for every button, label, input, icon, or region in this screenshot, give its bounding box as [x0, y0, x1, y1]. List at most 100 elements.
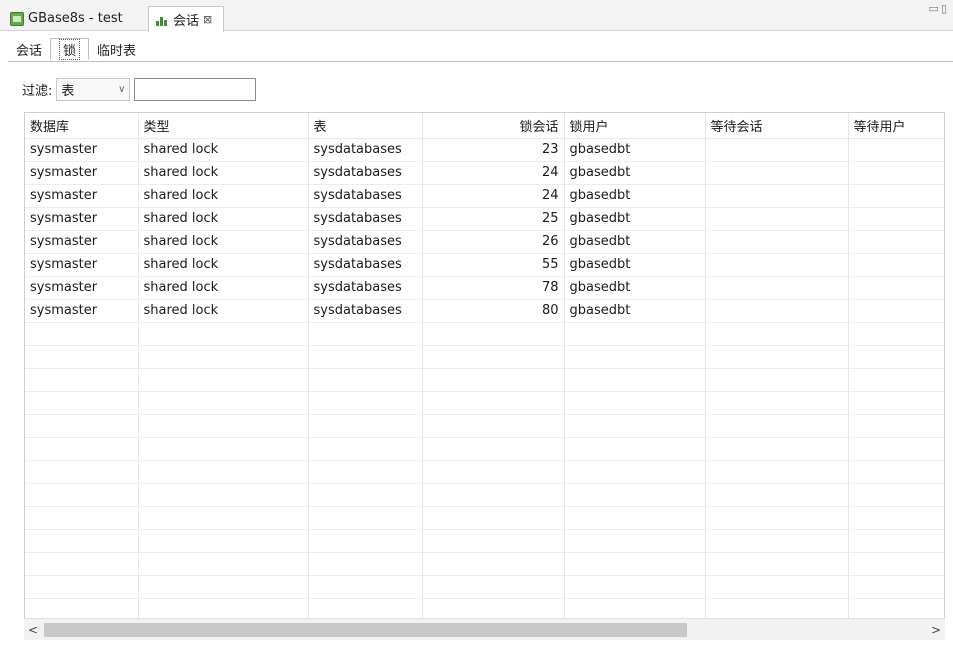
table-row[interactable]: sysmaster shared lock sysdatabases 25 gbased…: [25, 207, 944, 231]
panel-divider: [8, 61, 953, 62]
empty-cell: [422, 575, 565, 599]
column-header-table[interactable]: 表: [308, 113, 423, 139]
table-row[interactable]: sysmaster shared lock sysdatabases 26 gbased…: [25, 230, 944, 254]
editor-tab-connection[interactable]: GBase8s - test: [4, 6, 142, 31]
empty-cell: [848, 437, 944, 461]
empty-cell: [138, 506, 309, 530]
filter-label: 过滤:: [22, 84, 53, 99]
cell-wait-user: [848, 138, 944, 162]
table-row[interactable]: sysmaster shared lock sysdatabases 24 gbased…: [25, 184, 944, 208]
empty-cell: [138, 529, 309, 553]
empty-cell: [705, 368, 849, 392]
column-header-lock-session[interactable]: 锁会话: [422, 113, 565, 139]
column-header-wait-session[interactable]: 等待会话: [705, 113, 849, 139]
empty-cell: [705, 529, 849, 553]
table-row[interactable]: sysmaster shared lock sysdatabases 78 gbased…: [25, 276, 944, 300]
empty-cell: [422, 552, 565, 576]
tab-lock[interactable]: 锁: [50, 38, 90, 60]
cell-lock-user: gbasedbt: [564, 207, 706, 231]
cell-wait-user: [848, 276, 944, 300]
column-header-lock-user[interactable]: 锁用户: [564, 113, 706, 139]
lock-table: 数据库 类型 表 锁会话 锁用户 等待会话 等待用户 sysmaster shar…: [24, 112, 945, 640]
scrollbar-track[interactable]: [42, 622, 927, 638]
horizontal-scrollbar[interactable]: < >: [24, 618, 945, 640]
empty-cell: [564, 437, 706, 461]
cell-table: sysdatabases: [308, 299, 423, 323]
tab-session[interactable]: 会话: [8, 38, 50, 60]
empty-cell: [848, 322, 944, 346]
cell-table: sysdatabases: [308, 161, 423, 185]
empty-cell: [25, 483, 139, 507]
empty-table-row: [25, 575, 944, 599]
cell-lock-session: 23: [422, 138, 565, 162]
cell-database: sysmaster: [25, 161, 139, 185]
cell-database: sysmaster: [25, 276, 139, 300]
minimize-maximize-icon[interactable]: ▭▯: [929, 2, 949, 15]
empty-cell: [564, 322, 706, 346]
cell-lock-user: gbasedbt: [564, 184, 706, 208]
editor-tab-bar: GBase8s - test 会话 ⊠ ▭▯: [0, 0, 953, 32]
cell-wait-session: [705, 207, 849, 231]
filter-input[interactable]: [134, 78, 257, 101]
empty-cell: [25, 437, 139, 461]
cell-lock-user: gbasedbt: [564, 230, 706, 254]
empty-table-row: [25, 460, 944, 484]
scroll-right-icon[interactable]: >: [927, 623, 945, 637]
table-row[interactable]: sysmaster shared lock sysdatabases 55 gbased…: [25, 253, 944, 277]
cell-type: shared lock: [138, 161, 309, 185]
empty-cell: [705, 483, 849, 507]
cell-lock-session: 55: [422, 253, 565, 277]
empty-cell: [422, 460, 565, 484]
empty-cell: [705, 391, 849, 415]
empty-cell: [564, 368, 706, 392]
empty-cell: [848, 414, 944, 438]
empty-cell: [422, 391, 565, 415]
tab-temp-table-label: 临时表: [97, 43, 137, 59]
empty-table-row: [25, 483, 944, 507]
table-row[interactable]: sysmaster shared lock sysdatabases 23 gbased…: [25, 138, 944, 162]
cell-database: sysmaster: [25, 184, 139, 208]
cell-table: sysdatabases: [308, 138, 423, 162]
empty-table-row: [25, 529, 944, 553]
empty-cell: [564, 575, 706, 599]
empty-cell: [564, 506, 706, 530]
empty-table-row: [25, 391, 944, 415]
tab-temp-table[interactable]: 临时表: [89, 38, 144, 60]
empty-cell: [422, 483, 565, 507]
empty-cell: [848, 575, 944, 599]
empty-cell: [848, 506, 944, 530]
empty-cell: [564, 460, 706, 484]
empty-cell: [308, 391, 423, 415]
empty-cell: [848, 529, 944, 553]
empty-cell: [138, 552, 309, 576]
empty-table-row: [25, 322, 944, 346]
filter-select-value: 表: [61, 84, 75, 99]
cell-table: sysdatabases: [308, 207, 423, 231]
table-row[interactable]: sysmaster shared lock sysdatabases 80 gbased…: [25, 299, 944, 323]
table-row[interactable]: sysmaster shared lock sysdatabases 24 gbased…: [25, 161, 944, 185]
empty-cell: [308, 322, 423, 346]
empty-cell: [25, 414, 139, 438]
close-icon[interactable]: ⊠: [203, 13, 212, 26]
editor-tab-session[interactable]: 会话 ⊠: [148, 6, 224, 32]
scrollbar-thumb[interactable]: [44, 622, 687, 637]
cell-table: sysdatabases: [308, 184, 423, 208]
empty-cell: [138, 460, 309, 484]
filter-select[interactable]: 表 ∨: [56, 78, 131, 101]
editor-tab-session-label: 会话: [173, 14, 200, 29]
cell-lock-session: 24: [422, 161, 565, 185]
column-header-type[interactable]: 类型: [138, 113, 309, 139]
empty-table-row: [25, 368, 944, 392]
empty-cell: [308, 437, 423, 461]
empty-cell: [308, 506, 423, 530]
empty-cell: [422, 368, 565, 392]
cell-wait-session: [705, 230, 849, 254]
scroll-left-icon[interactable]: <: [24, 623, 42, 637]
cell-table: sysdatabases: [308, 276, 423, 300]
empty-cell: [138, 483, 309, 507]
column-header-wait-user[interactable]: 等待用户: [848, 113, 944, 139]
column-header-database[interactable]: 数据库: [25, 113, 139, 139]
cell-wait-user: [848, 230, 944, 254]
cell-lock-session: 25: [422, 207, 565, 231]
empty-cell: [138, 368, 309, 392]
